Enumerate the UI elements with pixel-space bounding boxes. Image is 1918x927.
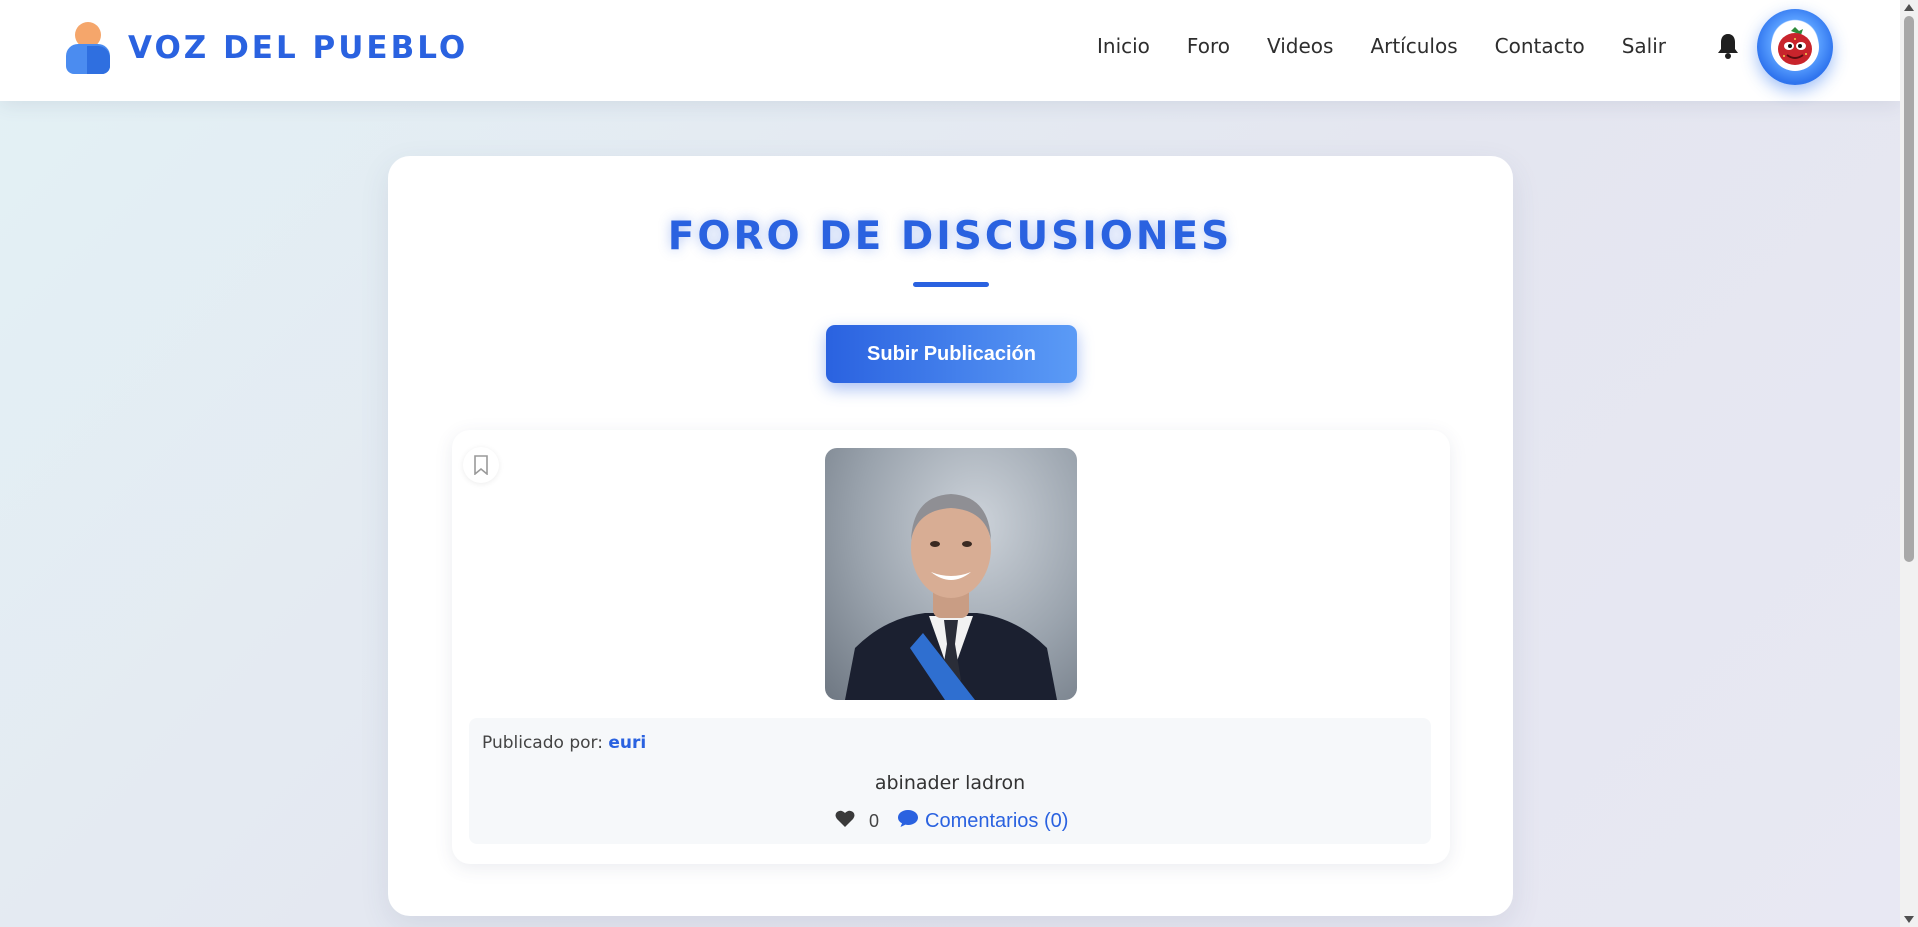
scroll-down-arrow-icon[interactable] (1904, 916, 1914, 923)
scroll-thumb[interactable] (1904, 16, 1914, 562)
user-avatar[interactable] (1757, 9, 1833, 85)
brand-user-icon (66, 22, 110, 74)
nav-item-articulos[interactable]: Artículos (1370, 34, 1457, 58)
avatar-image (1771, 23, 1819, 71)
nav-item-contacto[interactable]: Contacto (1495, 34, 1585, 58)
post-author-link[interactable]: euri (608, 733, 646, 753)
nav-item-salir[interactable]: Salir (1622, 34, 1666, 58)
page-title: FORO DE DISCUSIONES (667, 214, 1233, 259)
like-count: 0 (869, 811, 880, 831)
post-image[interactable] (825, 448, 1077, 700)
comment-icon[interactable] (897, 809, 919, 834)
title-underline (913, 282, 989, 287)
posted-by: Publicado por: euri (482, 733, 646, 753)
post-text: abinader ladron (874, 772, 1026, 794)
heart-icon[interactable] (835, 810, 855, 834)
bookmark-icon[interactable] (463, 447, 499, 483)
page-scrollbar[interactable] (1900, 0, 1918, 927)
scroll-up-arrow-icon[interactable] (1904, 4, 1914, 11)
bell-icon[interactable] (1716, 32, 1740, 60)
main-nav: Inicio Foro Videos Artículos Contacto Sa… (1097, 34, 1703, 58)
upload-post-button[interactable]: Subir Publicación (826, 325, 1077, 383)
post-actions: 0 Comentarios (0) (835, 809, 1068, 834)
nav-item-inicio[interactable]: Inicio (1097, 34, 1150, 58)
nav-item-videos[interactable]: Videos (1267, 34, 1333, 58)
brand-logo[interactable]: VOZ DEL PUEBLO (66, 22, 468, 74)
comments-link[interactable]: Comentarios (0) (925, 810, 1068, 833)
brand-name: VOZ DEL PUEBLO (128, 30, 469, 66)
nav-item-foro[interactable]: Foro (1187, 34, 1230, 58)
top-navbar: VOZ DEL PUEBLO Inicio Foro Videos Artícu… (0, 0, 1900, 101)
posted-by-label: Publicado por: (482, 733, 603, 753)
